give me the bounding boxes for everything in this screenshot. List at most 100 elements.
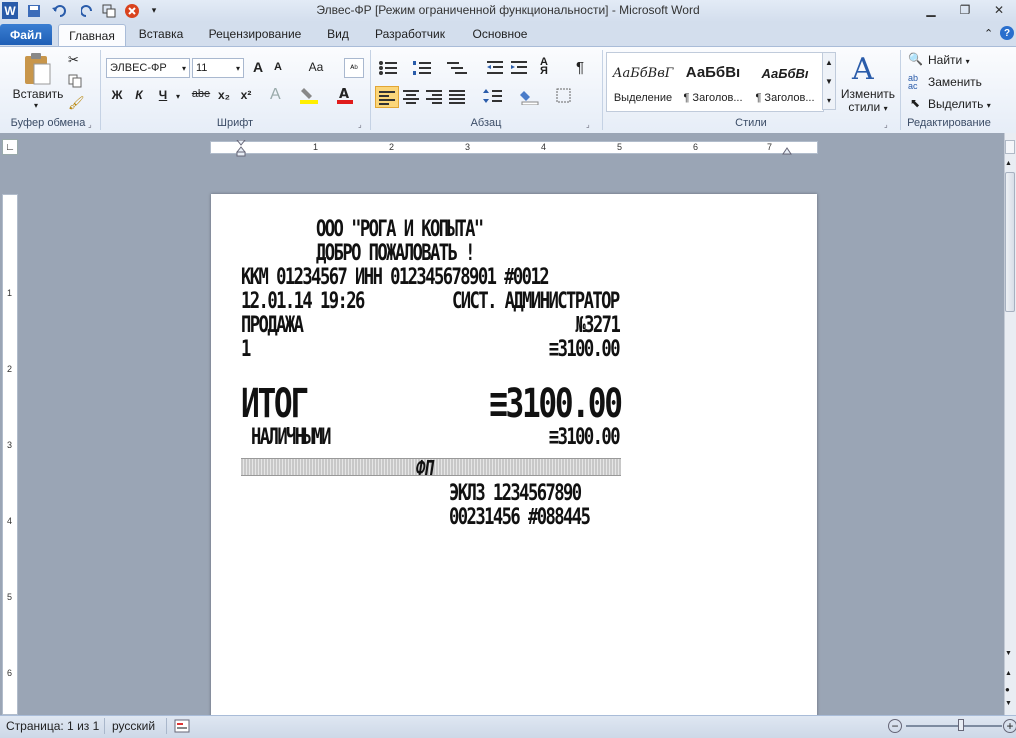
justify-icon[interactable] — [447, 87, 467, 108]
paste-icon[interactable] — [22, 52, 52, 86]
font-launcher-icon[interactable]: ⌟ — [358, 120, 362, 129]
tab-insert[interactable]: Вставка — [132, 27, 190, 43]
scroll-up-icon[interactable]: ▲ — [823, 53, 835, 72]
font-name-value: ЭЛВЕС-ФР — [110, 62, 167, 74]
scroll-down-icon[interactable]: ▼ — [1005, 650, 1012, 657]
bold-button[interactable]: Ж — [110, 88, 124, 102]
highlight-icon[interactable] — [300, 86, 320, 107]
replace-button[interactable]: Заменить — [928, 75, 982, 89]
chevron-down-icon: ▾ — [986, 101, 991, 110]
hruler-label: 2 — [389, 142, 395, 152]
cut-icon[interactable]: ✂ — [68, 52, 79, 68]
ruler-toggle-icon[interactable] — [1005, 140, 1015, 154]
decrease-indent-icon[interactable] — [486, 60, 504, 79]
numbering-icon[interactable] — [412, 60, 434, 79]
next-page-icon[interactable]: ▼ — [1005, 700, 1012, 707]
document-page[interactable]: ООО "РОГА И КОПЫТА" ДОБРО ПОЖАЛОВАТЬ ! К… — [211, 194, 817, 724]
italic-button[interactable]: К — [132, 88, 146, 102]
styles-launcher-icon[interactable]: ⌟ — [884, 120, 888, 129]
font-color-icon[interactable]: A — [336, 86, 356, 107]
minimize-icon[interactable]: ▁ — [916, 1, 946, 19]
superscript-button[interactable]: x² — [238, 88, 254, 102]
increase-indent-icon[interactable] — [510, 60, 528, 79]
vertical-ruler[interactable] — [2, 194, 18, 715]
grow-font-icon[interactable]: A — [250, 59, 266, 75]
right-indent-icon[interactable] — [782, 144, 792, 158]
change-styles-label-2[interactable]: стили ▾ — [838, 100, 898, 114]
find-icon[interactable]: 🔍 — [908, 52, 923, 66]
tab-review[interactable]: Рецензирование — [200, 27, 310, 43]
align-right-icon[interactable] — [424, 87, 444, 108]
restore-icon[interactable]: ❐ — [950, 1, 980, 19]
select-button[interactable]: Выделить ▾ — [928, 97, 991, 111]
horizontal-ruler[interactable] — [210, 141, 818, 154]
shrink-font-icon[interactable]: A — [270, 61, 286, 73]
zoom-out-icon[interactable]: − — [888, 719, 902, 733]
multilevel-list-icon[interactable] — [446, 60, 468, 79]
underline-dropdown-icon[interactable]: ▾ — [176, 92, 180, 101]
close-window-icon[interactable]: ✕ — [984, 1, 1014, 19]
change-case-button[interactable]: Aa — [304, 60, 328, 74]
language-status[interactable]: русский — [112, 719, 155, 733]
browse-object-icon[interactable]: ● — [1005, 685, 1010, 694]
select-cursor-icon[interactable]: ⬉ — [910, 96, 920, 110]
zoom-slider-track[interactable] — [906, 725, 1002, 727]
receipt-cash-label: НАЛИЧНЫМИ — [251, 425, 332, 450]
group-editing-label: Редактирование — [907, 117, 991, 129]
scroll-down-icon[interactable]: ▼ — [823, 72, 835, 91]
receipt-welcome: ДОБРО ПОЖАЛОВАТЬ ! — [316, 241, 475, 266]
tab-view[interactable]: Вид — [318, 27, 358, 43]
change-styles-icon[interactable]: A — [852, 52, 874, 87]
scroll-thumb[interactable] — [1005, 172, 1015, 312]
separator — [166, 718, 167, 734]
tab-basic[interactable]: Основное — [462, 27, 538, 43]
paragraph-launcher-icon[interactable]: ⌟ — [586, 120, 590, 129]
find-button[interactable]: Найти ▾ — [928, 53, 970, 67]
indent-marker-icon[interactable] — [235, 139, 247, 161]
underline-button[interactable]: Ч — [156, 88, 170, 102]
font-name-combo[interactable]: ЭЛВЕС-ФР ▾ — [106, 58, 190, 78]
prev-page-icon[interactable]: ▲ — [1005, 670, 1012, 677]
replace-icon[interactable]: ab ac — [908, 74, 918, 91]
subscript-button[interactable]: x₂ — [216, 88, 232, 102]
style-preview-heading2[interactable]: АаБбВı — [752, 66, 818, 81]
text-effects-icon[interactable]: A — [270, 86, 281, 104]
paste-button[interactable]: Вставить — [8, 87, 68, 101]
chevron-down-icon: ▾ — [965, 57, 970, 66]
style-label-heading2: ¶ Заголов... — [755, 92, 815, 104]
clear-formatting-icon[interactable]: ᴬᵇ — [344, 58, 364, 78]
align-center-icon[interactable] — [401, 87, 421, 108]
gallery-more-icon[interactable]: ▾ — [823, 91, 835, 110]
line-spacing-icon[interactable] — [482, 87, 504, 108]
help-icon[interactable]: ? — [1000, 26, 1014, 40]
borders-icon[interactable] — [556, 88, 572, 107]
format-painter-icon[interactable]: 🖌 — [68, 95, 85, 111]
scroll-up-icon[interactable]: ▲ — [1005, 160, 1012, 167]
tab-stop-selector[interactable]: ∟ — [2, 139, 18, 155]
zoom-slider-thumb[interactable] — [958, 719, 964, 731]
tab-home[interactable]: Главная — [58, 24, 126, 47]
style-preview-heading1[interactable]: АаБбВı — [680, 64, 746, 81]
receipt-total-label: ИТОГ — [241, 381, 309, 427]
strikethrough-button[interactable]: abe — [190, 88, 212, 100]
zoom-in-icon[interactable]: + — [1003, 719, 1016, 733]
collapse-ribbon-icon[interactable]: ⌃ — [984, 27, 993, 40]
align-left-button[interactable] — [375, 86, 399, 108]
copy-icon[interactable] — [68, 74, 82, 91]
sort-icon[interactable]: AЯ — [540, 57, 548, 77]
macro-record-icon[interactable] — [174, 719, 190, 736]
tab-file[interactable]: Файл — [0, 24, 52, 45]
vruler-label: 5 — [7, 592, 13, 602]
tab-developer[interactable]: Разработчик — [366, 27, 454, 43]
paste-dropdown-icon[interactable]: ▾ — [34, 101, 38, 110]
clipboard-launcher-icon[interactable]: ⌟ — [88, 120, 92, 129]
font-size-combo[interactable]: 11 ▾ — [192, 58, 244, 78]
page-count-status[interactable]: Страница: 1 из 1 — [6, 719, 99, 733]
shading-icon[interactable] — [520, 87, 542, 108]
style-preview-emphasis[interactable]: АаБбВвГ — [610, 66, 676, 81]
vruler-label: 1 — [7, 288, 13, 298]
styles-scroll[interactable]: ▲ ▼ ▾ — [822, 52, 836, 110]
change-styles-label-1[interactable]: Изменить — [838, 87, 898, 101]
show-marks-icon[interactable]: ¶ — [572, 59, 588, 76]
bullets-icon[interactable] — [378, 60, 400, 79]
